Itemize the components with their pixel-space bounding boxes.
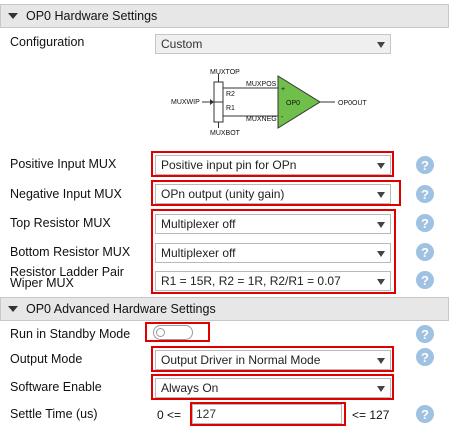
settle-time-label: Settle Time (us) bbox=[10, 407, 98, 421]
bottom-resistor-mux-value: Multiplexer off bbox=[161, 246, 236, 260]
help-icon[interactable]: ? bbox=[416, 214, 434, 232]
section-title: OP0 Advanced Hardware Settings bbox=[26, 302, 216, 316]
configuration-select[interactable]: Custom bbox=[155, 34, 391, 54]
negative-input-mux-value: OPn output (unity gain) bbox=[161, 187, 285, 201]
positive-input-mux-label: Positive Input MUX bbox=[10, 157, 117, 171]
muxpos-label: MUXPOS bbox=[246, 81, 277, 88]
muxneg-label: MUXNEG bbox=[246, 116, 277, 123]
settle-time-min: 0 <= bbox=[157, 408, 182, 422]
toggle-knob bbox=[156, 328, 165, 337]
help-icon[interactable]: ? bbox=[416, 325, 434, 343]
output-mode-label: Output Mode bbox=[10, 352, 83, 366]
settle-time-input[interactable]: 127 bbox=[192, 404, 342, 424]
resistor-ladder-label-line2: Wiper MUX bbox=[10, 276, 74, 290]
chevron-down-icon bbox=[377, 222, 385, 228]
negative-input-mux-label: Negative Input MUX bbox=[10, 187, 122, 201]
bottom-resistor-mux-select[interactable]: Multiplexer off bbox=[155, 243, 391, 263]
amp-label: OP0 bbox=[286, 100, 300, 107]
r2-label: R2 bbox=[226, 91, 235, 98]
configuration-label: Configuration bbox=[10, 35, 85, 49]
chevron-down-icon bbox=[377, 386, 385, 392]
chevron-down-icon bbox=[377, 42, 385, 48]
software-enable-value: Always On bbox=[161, 381, 219, 395]
section-title: OP0 Hardware Settings bbox=[26, 9, 158, 23]
collapse-triangle-icon[interactable] bbox=[8, 13, 18, 19]
top-resistor-mux-label: Top Resistor MUX bbox=[10, 216, 111, 230]
opout-label: OP0OUT bbox=[338, 100, 368, 107]
r1-label: R1 bbox=[226, 105, 235, 112]
software-enable-select[interactable]: Always On bbox=[155, 378, 391, 398]
top-resistor-mux-select[interactable]: Multiplexer off bbox=[155, 214, 391, 234]
muxtop-label: MUXTOP bbox=[210, 69, 240, 76]
bottom-resistor-mux-label: Bottom Resistor MUX bbox=[10, 245, 131, 259]
resistor-ladder-value: R1 = 15R, R2 = 1R, R2/R1 = 0.07 bbox=[161, 274, 341, 288]
positive-input-mux-select[interactable]: Positive input pin for OPn bbox=[155, 155, 391, 175]
positive-input-mux-value: Positive input pin for OPn bbox=[161, 158, 297, 172]
settle-time-max: <= 127 bbox=[352, 408, 390, 422]
help-icon[interactable]: ? bbox=[416, 405, 434, 423]
chevron-down-icon bbox=[377, 163, 385, 169]
help-icon[interactable]: ? bbox=[416, 271, 434, 289]
configuration-value: Custom bbox=[161, 37, 203, 51]
collapse-triangle-icon[interactable] bbox=[8, 306, 18, 312]
muxbot-label: MUXBOT bbox=[210, 130, 241, 137]
chevron-down-icon bbox=[377, 358, 385, 364]
chevron-down-icon bbox=[377, 251, 385, 257]
plus-sign: + bbox=[281, 86, 285, 93]
help-icon[interactable]: ? bbox=[416, 348, 434, 366]
settle-time-value: 127 bbox=[196, 407, 217, 421]
hardware-settings-header[interactable]: OP0 Hardware Settings bbox=[0, 4, 449, 28]
chevron-down-icon bbox=[377, 279, 385, 285]
software-enable-label: Software Enable bbox=[10, 380, 102, 394]
negative-input-mux-select[interactable]: OPn output (unity gain) bbox=[155, 184, 391, 204]
output-mode-value: Output Driver in Normal Mode bbox=[161, 353, 321, 367]
help-icon[interactable]: ? bbox=[416, 185, 434, 203]
standby-toggle[interactable] bbox=[153, 325, 193, 340]
advanced-settings-header[interactable]: OP0 Advanced Hardware Settings bbox=[0, 297, 449, 321]
help-icon[interactable]: ? bbox=[416, 243, 434, 261]
opamp-diagram: MUXTOP MUXWIP R2 R1 MUXBOT MUXPOS MUXNEG… bbox=[171, 69, 368, 137]
top-resistor-mux-value: Multiplexer off bbox=[161, 217, 236, 231]
help-icon[interactable]: ? bbox=[416, 156, 434, 174]
resistor-ladder-label: Resistor Ladder Pair Wiper MUX bbox=[10, 266, 124, 290]
resistor-ladder-select[interactable]: R1 = 15R, R2 = 1R, R2/R1 = 0.07 bbox=[155, 271, 391, 291]
standby-label: Run in Standby Mode bbox=[10, 327, 131, 341]
chevron-down-icon bbox=[377, 192, 385, 198]
muxwip-label: MUXWIP bbox=[171, 99, 200, 106]
output-mode-select[interactable]: Output Driver in Normal Mode bbox=[155, 350, 391, 370]
